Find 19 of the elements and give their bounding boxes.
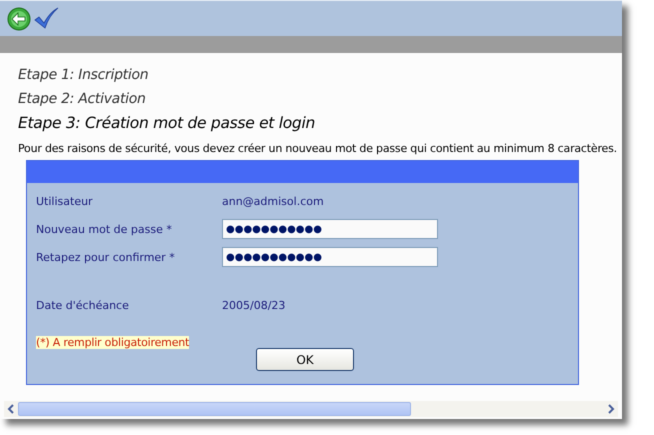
password-field[interactable]: ●●●●●●●●●●● [222, 219, 438, 239]
required-note: (*) A remplir obligatoirement [36, 336, 190, 349]
horizontal-scrollbar[interactable] [4, 401, 618, 417]
field-value: ann@admisol.com [222, 194, 324, 208]
checkmark-icon [33, 6, 59, 30]
step-title: Etape 1: Inscription [18, 66, 150, 85]
ok-button[interactable]: OK [256, 348, 354, 371]
field-label: Date d'échéance [36, 298, 130, 312]
field-label: Nouveau mot de passe * [36, 222, 173, 236]
step-title: Etape 3: Création mot de passe et login [18, 113, 316, 134]
field-value: 2005/08/23 [222, 298, 286, 312]
field-label: Retapez pour confirmer * [36, 250, 176, 264]
field-label: Utilisateur [36, 194, 94, 208]
scroll-thumb[interactable] [18, 402, 411, 416]
step-title: Etape 2: Activation [18, 90, 147, 109]
intro-text: Pour des raisons de sécurité, vous devez créer un nouveau mot de passe qui contient au minimum 8 caractères. [18, 142, 618, 156]
password-field[interactable]: ●●●●●●●●●●● [222, 247, 438, 267]
confirm-button[interactable] [33, 6, 59, 30]
back-button[interactable] [7, 6, 31, 30]
